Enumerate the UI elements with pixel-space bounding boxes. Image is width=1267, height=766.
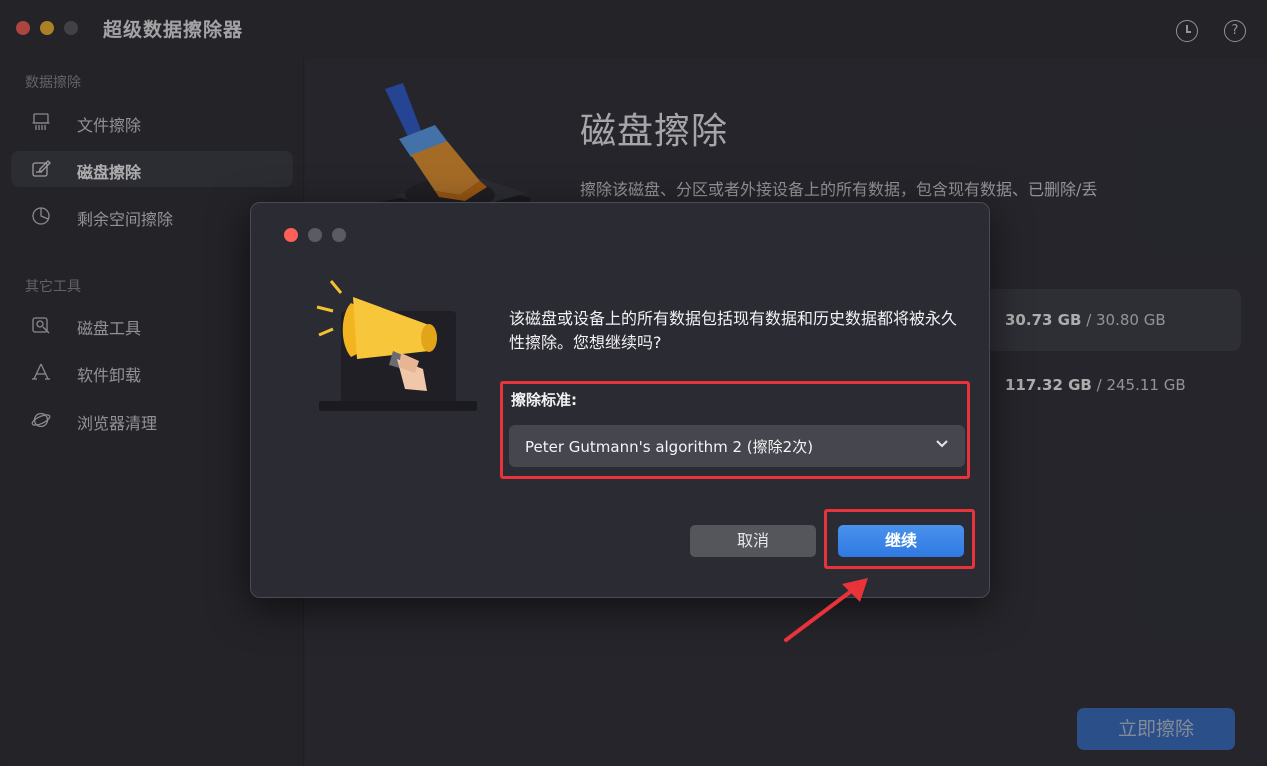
dialog-minimize-button bbox=[308, 228, 322, 242]
annotation-highlight-box bbox=[824, 509, 975, 569]
dialog-close-button[interactable] bbox=[284, 228, 298, 242]
annotation-arrow bbox=[784, 578, 868, 642]
annotation-highlight-box bbox=[500, 381, 970, 479]
dialog-message: 该磁盘或设备上的所有数据包括现有数据和历史数据都将被永久性擦除。您想继续吗? bbox=[509, 309, 958, 352]
cancel-button[interactable]: 取消 bbox=[690, 525, 816, 557]
confirm-erase-dialog: 该磁盘或设备上的所有数据包括现有数据和历史数据都将被永久性擦除。您想继续吗? 擦… bbox=[250, 202, 990, 598]
dialog-zoom-button bbox=[332, 228, 346, 242]
megaphone-illustration bbox=[316, 280, 477, 411]
